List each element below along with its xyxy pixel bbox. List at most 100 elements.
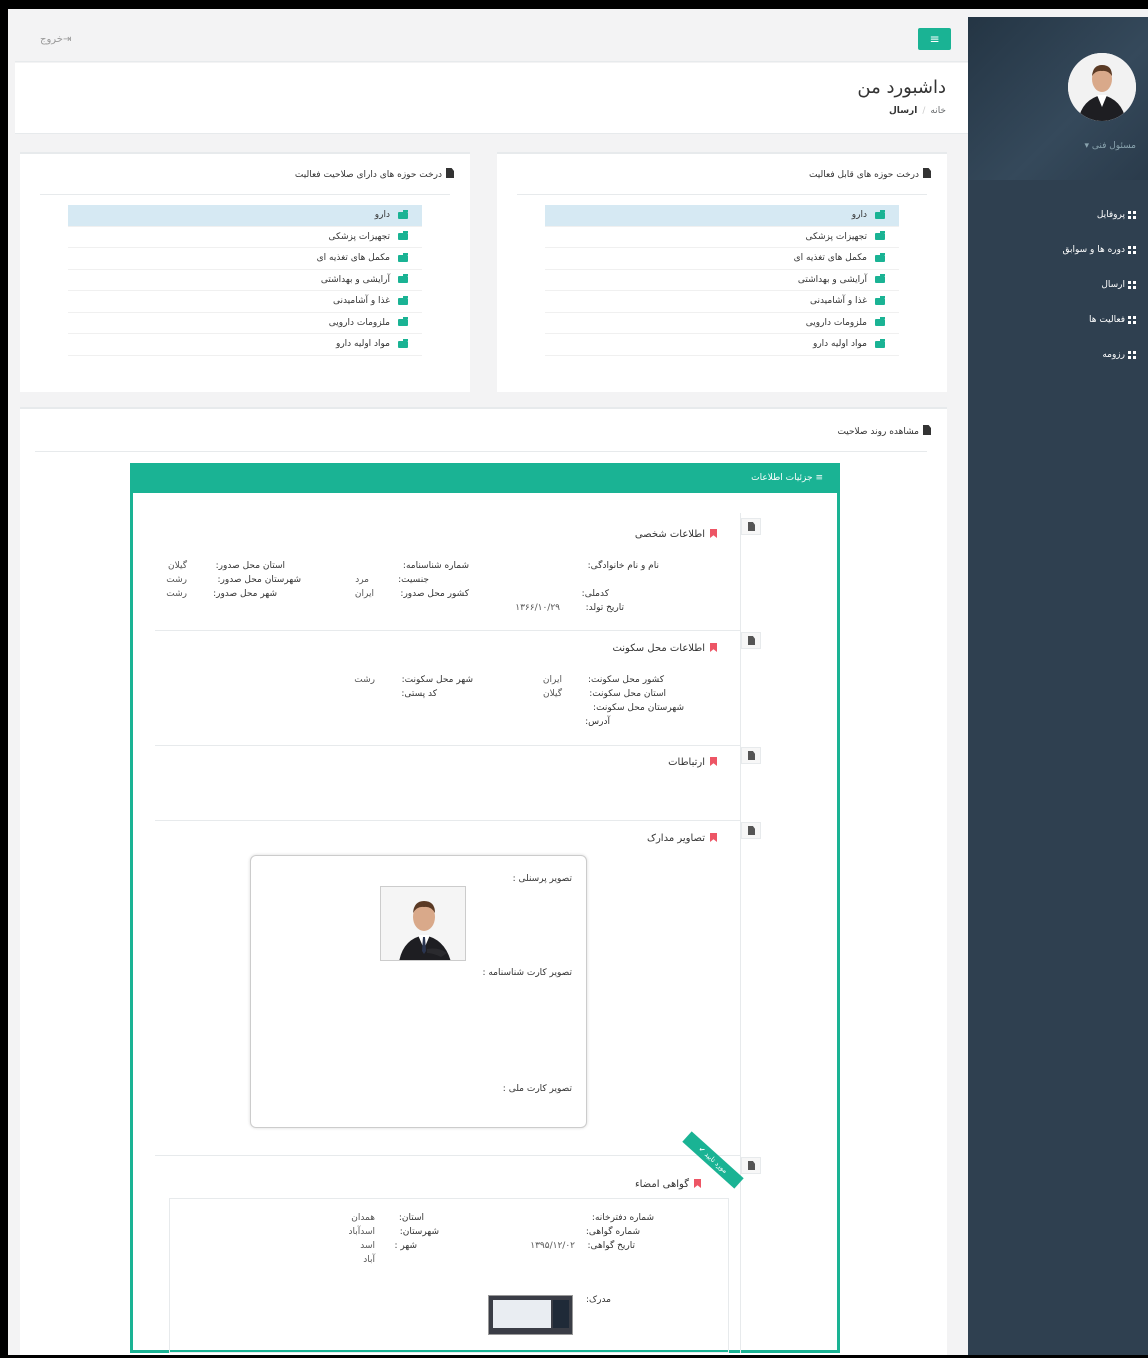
- tree-qualified-title: درخت حوزه های دارای صلاحیت فعالیت: [295, 168, 454, 180]
- divider: [155, 820, 741, 821]
- residence-city-value: رشت: [354, 675, 375, 685]
- tree-item[interactable]: مکمل های تغذیه ای: [68, 248, 422, 270]
- tree-item[interactable]: دارو: [545, 205, 899, 227]
- national-code-label: کدملی:: [581, 589, 609, 599]
- grid-icon: [1128, 245, 1136, 254]
- breadcrumb: خانه / ارسال: [889, 106, 946, 116]
- residence-county-label: شهرستان محل سکونت:: [593, 703, 684, 713]
- tree-qualified-list: دارو تجهیزات پزشکی مکمل های تغذیه ای آرا…: [68, 205, 422, 356]
- sidebar-item-submit[interactable]: ارسال: [976, 267, 1136, 302]
- tree-item[interactable]: تجهیزات پزشکی: [68, 227, 422, 248]
- sig-city-value-2: آباد: [363, 1255, 375, 1265]
- sig-county-value: اسدآباد: [348, 1227, 375, 1237]
- breadcrumb-separator: /: [922, 106, 926, 116]
- folder-icon: [398, 295, 408, 305]
- sig-county-label: شهرستان:: [399, 1227, 439, 1237]
- thumbnail-screen: [493, 1300, 551, 1328]
- personal-photo-label: تصویر پرسنلی :: [512, 874, 572, 884]
- document-icon: [741, 747, 761, 764]
- national-card-label: تصویر کارت ملی :: [502, 1084, 572, 1094]
- name-label: نام و نام خانوادگی:: [587, 561, 659, 571]
- menu-toggle-button[interactable]: ≡: [918, 28, 951, 50]
- folder-icon: [875, 295, 885, 305]
- divider: [155, 630, 741, 631]
- tree-qualified-box: درخت حوزه های دارای صلاحیت فعالیت دارو ت…: [20, 152, 470, 392]
- birth-date-label: تاریخ تولد:: [585, 603, 624, 613]
- residence-info-title: اطلاعات محل سکونت: [612, 643, 717, 654]
- sig-city-value: اسد: [360, 1241, 375, 1251]
- person-photo-icon: [381, 887, 465, 960]
- notary-number-label: شماره دفترخانه:: [591, 1213, 654, 1223]
- tree-item[interactable]: مواد اولیه دارو: [545, 334, 899, 356]
- grid-icon: [1128, 315, 1136, 324]
- personal-info-title: اطلاعات شخصی: [635, 529, 717, 540]
- tree-item[interactable]: آرایشی و بهداشتی: [68, 270, 422, 291]
- folder-icon: [875, 274, 885, 284]
- folder-icon: [398, 317, 408, 327]
- tree-item[interactable]: مواد اولیه دارو: [68, 334, 422, 356]
- document-icon: [741, 822, 761, 839]
- residence-province-value: گیلان: [543, 689, 562, 699]
- tree-item[interactable]: ملزومات دارویی: [68, 313, 422, 334]
- sidebar-item-resume[interactable]: رزومه: [976, 337, 1136, 372]
- issue-county-label: شهرستان محل صدور:: [217, 575, 301, 585]
- residence-country-label: کشور محل سکونت:: [587, 675, 664, 685]
- personal-photo[interactable]: [380, 886, 466, 961]
- postal-code-label: کد پستی:: [401, 689, 437, 699]
- folder-icon: [398, 274, 408, 284]
- issue-country-value: ایران: [354, 589, 374, 599]
- grid-icon: [1128, 280, 1136, 289]
- divider: [35, 451, 927, 452]
- document-icon: [923, 168, 931, 178]
- tree-active-box: درخت حوزه های قابل فعالیت دارو تجهیزات پ…: [497, 152, 947, 392]
- sig-province-value: همدان: [351, 1213, 375, 1223]
- document-thumbnail[interactable]: [488, 1295, 573, 1335]
- bookmark-icon: [710, 529, 717, 538]
- issue-city-label: شهر محل صدور:: [213, 589, 277, 599]
- tree-active-list: دارو تجهیزات پزشکی مکمل های تغذیه ای آرا…: [545, 205, 899, 356]
- folder-icon: [398, 231, 408, 241]
- document-icon: [741, 632, 761, 649]
- app-frame: ⇥خروج ≡ داشبورد من خانه / ارسال درخت حوزه …: [8, 9, 1148, 1355]
- tree-active-title: درخت حوزه های قابل فعالیت: [809, 168, 931, 180]
- divider: [40, 194, 450, 195]
- tree-item[interactable]: مکمل های تغذیه ای: [545, 248, 899, 270]
- folder-icon: [875, 317, 885, 327]
- document-icon: [741, 1157, 761, 1174]
- contacts-title: ارتباطات: [668, 757, 717, 768]
- tree-item[interactable]: غذا و آشامیدنی: [68, 291, 422, 313]
- sidebar-item-courses[interactable]: دوره ها و سوابق: [976, 232, 1136, 267]
- logout-link[interactable]: ⇥خروج: [40, 34, 71, 45]
- tree-item[interactable]: دارو: [68, 205, 422, 227]
- user-role-dropdown[interactable]: مسئول فنی ▾: [1084, 141, 1136, 151]
- issue-province-label: استان محل صدور:: [215, 561, 285, 571]
- user-avatar-icon: [1068, 53, 1136, 121]
- top-navbar: ⇥خروج ≡: [15, 17, 968, 62]
- breadcrumb-home[interactable]: خانه: [930, 106, 946, 116]
- sidebar-item-activities[interactable]: فعالیت ها: [976, 302, 1136, 337]
- bookmark-icon: [710, 833, 717, 842]
- id-number-label: شماره شناسنامه:: [402, 561, 469, 571]
- signature-title: گواهی امضاء: [635, 1179, 701, 1190]
- gender-label: جنسیت:: [398, 575, 429, 585]
- hamburger-icon: ≡: [929, 32, 940, 46]
- folder-icon: [875, 209, 885, 219]
- folder-icon: [398, 209, 408, 219]
- issue-city-value: رشت: [166, 589, 187, 599]
- tree-item[interactable]: غذا و آشامیدنی: [545, 291, 899, 313]
- tree-item[interactable]: آرایشی و بهداشتی: [545, 270, 899, 291]
- residence-province-label: استان محل سکونت:: [589, 689, 666, 699]
- tree-item[interactable]: تجهیزات پزشکی: [545, 227, 899, 248]
- avatar[interactable]: [1068, 53, 1136, 121]
- sig-province-label: استان:: [398, 1213, 424, 1223]
- sidebar-item-profile[interactable]: پروفایل: [976, 197, 1136, 232]
- details-panel: ≡ جزئیات اطلاعات اطلاعات شخصی نام و نام …: [130, 463, 840, 1353]
- issue-country-label: کشور محل صدور:: [400, 589, 469, 599]
- sidebar-nav: پروفایل دوره ها و سوابق ارسال فعالیت ها …: [976, 197, 1136, 372]
- cert-date-value: ۱۳۹۵/۱۲/۰۲: [530, 1241, 575, 1251]
- birth-date-value: ۱۳۶۶/۱۰/۲۹: [515, 603, 560, 613]
- tree-item[interactable]: ملزومات دارویی: [545, 313, 899, 334]
- address-label: آدرس:: [585, 717, 610, 727]
- grid-icon: [1128, 210, 1136, 219]
- sidebar: مسئول فنی ▾ پروفایل دوره ها و سوابق ارسا…: [968, 17, 1148, 1355]
